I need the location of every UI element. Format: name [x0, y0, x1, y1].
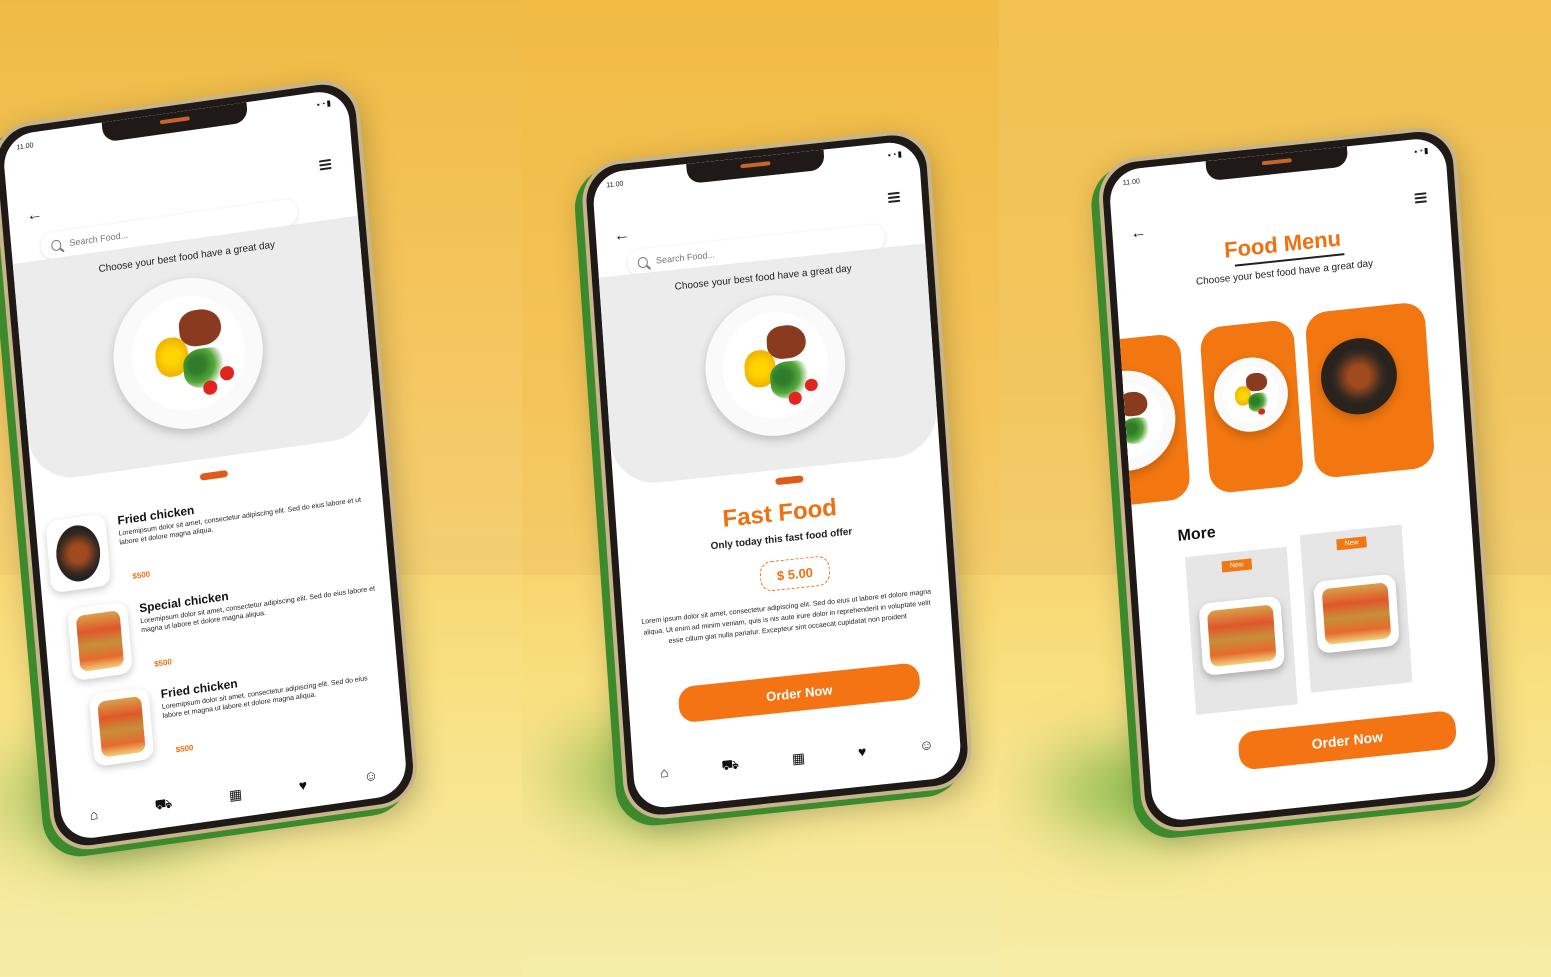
arrow-left-icon[interactable]: ← — [613, 226, 630, 246]
cart-icon[interactable]: ⛟ — [721, 755, 740, 776]
new-badge: New — [1336, 536, 1367, 551]
food-price: $500 — [153, 657, 173, 669]
home-icon[interactable]: ⌂ — [89, 806, 99, 823]
notch — [686, 149, 825, 184]
bottom-nav: ⌂ ⛟ ▦ ♥ ☺ — [632, 724, 961, 792]
user-icon[interactable]: ☺ — [363, 767, 379, 785]
more-heading: More — [1177, 523, 1217, 545]
heart-icon[interactable]: ♥ — [857, 743, 866, 760]
phone-screen: 11.00 ▪◔▮ ← Choose your best food have a… — [1, 88, 409, 842]
notch — [101, 102, 249, 143]
hamburger-icon[interactable] — [1414, 192, 1427, 204]
food-thumbnail — [1198, 595, 1286, 676]
grid-icon[interactable]: ▦ — [228, 785, 243, 804]
phone-screen: 11.00 ▪◔▮ ← Food Menu Choose your best f… — [1108, 136, 1490, 823]
hamburger-icon[interactable] — [318, 158, 332, 171]
status-icons: ▪◔▮ — [887, 149, 904, 160]
carousel-indicator — [775, 475, 804, 486]
user-icon[interactable]: ☺ — [919, 736, 934, 753]
food-thumbnail — [67, 601, 133, 682]
new-item-card[interactable]: New — [1299, 524, 1413, 693]
price-badge: $ 5.00 — [759, 554, 831, 593]
status-time: 11.00 — [606, 180, 624, 190]
new-item-card[interactable]: New — [1185, 546, 1298, 715]
search-icon — [637, 255, 649, 269]
hamburger-icon[interactable] — [887, 191, 901, 204]
food-price: $500 — [132, 569, 151, 582]
detail-description: Lorem ipsum dolor sit amet, consectetur … — [641, 588, 932, 646]
status-icons: ▪◔▮ — [316, 98, 333, 110]
status-time: 11.00 — [16, 142, 34, 152]
home-icon[interactable]: ⌂ — [660, 764, 670, 781]
arrow-left-icon[interactable]: ← — [26, 206, 43, 226]
food-thumbnail — [45, 513, 112, 594]
order-now-button[interactable]: Order Now — [677, 662, 921, 724]
order-now-button[interactable]: Order Now — [1237, 709, 1458, 771]
new-badge: New — [1221, 558, 1253, 573]
carousel-indicator — [199, 469, 229, 481]
mockup-panel-detail: 11.00 ▪◔▮ ← Choose your best food have a… — [522, 0, 999, 977]
mockup-panel-list: 11.00 ▪◔▮ ← Choose your best food have a… — [0, 0, 522, 977]
phone-frame: 11.00 ▪◔▮ ← Food Menu Choose your best f… — [1096, 123, 1502, 836]
status-icons: ▪◔▮ — [1414, 145, 1430, 157]
notch — [1205, 146, 1349, 182]
search-icon — [50, 238, 63, 252]
food-thumbnail — [1313, 573, 1400, 654]
cart-icon[interactable]: ⛟ — [154, 794, 173, 815]
arrow-left-icon[interactable]: ← — [1130, 224, 1147, 244]
phone-frame: 11.00 ▪◔▮ ← Choose your best food have a… — [579, 127, 975, 823]
phone-frame: 11.00 ▪◔▮ ← Choose your best food have a… — [0, 75, 421, 855]
food-thumbnail — [88, 686, 155, 767]
grid-icon[interactable]: ▦ — [791, 749, 805, 767]
phone-screen: 11.00 ▪◔▮ ← Choose your best food have a… — [591, 139, 963, 811]
mockup-panel-menu: 11.00 ▪◔▮ ← Food Menu Choose your best f… — [999, 0, 1551, 977]
status-time: 11.00 — [1122, 178, 1141, 187]
food-price: $500 — [175, 743, 194, 755]
food-card[interactable] — [1199, 318, 1305, 495]
food-card[interactable] — [1108, 332, 1192, 508]
food-card[interactable] — [1304, 301, 1436, 480]
heart-icon[interactable]: ♥ — [298, 776, 308, 793]
